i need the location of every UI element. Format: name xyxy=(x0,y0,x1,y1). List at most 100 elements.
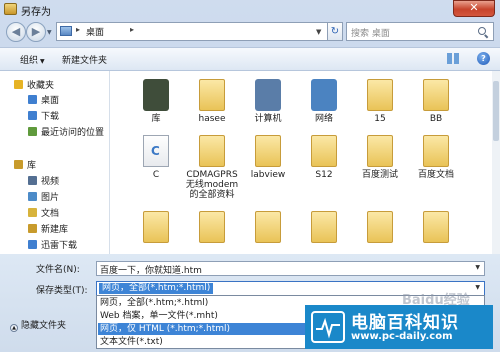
window-title: 另存为 xyxy=(21,7,51,18)
hide-folders-label: 隐藏文件夹 xyxy=(21,321,67,331)
chevron-down-icon[interactable]: ▼ xyxy=(475,284,480,291)
library-icon xyxy=(143,79,169,111)
file-item[interactable] xyxy=(296,211,352,246)
filename-value: 百度一下，你就知道.htm xyxy=(100,266,202,276)
file-name: C xyxy=(152,170,160,180)
breadcrumb-desktop[interactable]: 桌面 xyxy=(86,25,104,38)
title-bar: 另存为 ✕ xyxy=(0,0,500,19)
sidebar-item-label: 文档 xyxy=(41,209,60,219)
file-item[interactable] xyxy=(240,211,296,246)
sidebar-item-label: 桌面 xyxy=(41,96,60,106)
scrollbar-thumb[interactable] xyxy=(493,81,499,141)
recent-icon xyxy=(28,127,37,136)
file-name: labview xyxy=(250,170,286,180)
folder-icon xyxy=(255,135,281,167)
save-type-label: 保存类型(T): xyxy=(36,286,88,296)
file-item[interactable]: BB xyxy=(408,79,464,124)
search-icon[interactable] xyxy=(478,27,486,35)
sidebar-item-label: 迅雷下载 xyxy=(41,241,78,251)
recent-pages-drop-icon[interactable]: ▼ xyxy=(47,29,52,36)
folder-icon xyxy=(367,79,393,111)
address-bar[interactable]: ▸ 桌面 ▸ ▼ xyxy=(56,22,328,41)
search-placeholder: 搜索 桌面 xyxy=(351,29,390,39)
sidebar-item-label: 图片 xyxy=(41,193,60,203)
close-button[interactable]: ✕ xyxy=(453,0,495,17)
sidebar-item[interactable]: 收藏夹 xyxy=(14,79,54,93)
collapse-icon: ▲ xyxy=(10,324,18,332)
download-icon xyxy=(28,111,37,120)
sidebar-item[interactable]: 新建库 xyxy=(28,223,68,237)
file-item[interactable] xyxy=(352,211,408,246)
organize-button[interactable]: 组织 ▼ xyxy=(20,53,45,66)
filename-field[interactable]: 百度一下，你就知道.htm ▼ xyxy=(96,261,485,276)
folder-icon xyxy=(199,211,225,243)
folder-icon xyxy=(367,135,393,167)
star-icon xyxy=(14,80,23,89)
file-name: 百度测试 xyxy=(361,170,398,180)
file-item[interactable]: 百度文档 xyxy=(408,135,464,180)
sidebar-item[interactable]: 文档 xyxy=(28,207,59,221)
pictures-icon xyxy=(28,192,37,201)
file-item[interactable]: hasee xyxy=(184,79,240,124)
file-item[interactable]: labview xyxy=(240,135,296,180)
document-icon: C xyxy=(143,135,169,167)
watermark-site: www.pc-daily.com xyxy=(351,331,453,342)
sidebar-item-label: 收藏夹 xyxy=(27,81,55,91)
folder-icon xyxy=(4,3,17,15)
help-icon[interactable]: ? xyxy=(477,52,490,65)
sidebar-item[interactable]: 图片 xyxy=(28,191,59,205)
file-item[interactable]: 百度测试 xyxy=(352,135,408,180)
file-item[interactable] xyxy=(408,211,464,246)
file-item[interactable]: 库 xyxy=(128,79,184,124)
sidebar-item[interactable]: 最近访问的位置 xyxy=(28,126,104,140)
file-name: S12 xyxy=(315,170,333,180)
sidebar-item[interactable]: 库 xyxy=(14,159,36,173)
new-folder-button[interactable]: 新建文件夹 xyxy=(62,53,107,66)
folder-icon xyxy=(311,135,337,167)
organize-label: 组织 xyxy=(20,56,39,66)
sidebar-item[interactable]: 视频 xyxy=(28,175,59,189)
file-name: hasee xyxy=(198,114,226,124)
file-item[interactable]: 计算机 xyxy=(240,79,296,124)
hide-folders-button[interactable]: ▲ 隐藏文件夹 xyxy=(10,318,66,332)
library-icon xyxy=(28,224,37,233)
chevron-down-icon[interactable]: ▼ xyxy=(475,264,480,271)
search-input[interactable]: 搜索 桌面 xyxy=(346,22,494,41)
sidebar-item[interactable]: 下载 xyxy=(28,110,59,124)
address-drop-icon[interactable]: ▼ xyxy=(316,28,321,36)
filename-label: 文件名(N): xyxy=(36,265,80,275)
chevron-right-icon[interactable]: ▸ xyxy=(130,25,134,34)
computer-icon xyxy=(255,79,281,111)
folder-icon xyxy=(367,211,393,243)
video-icon xyxy=(28,176,37,185)
save-type-value: 网页，全部(*.htm;*.html) xyxy=(99,283,214,294)
content-area: 收藏夹 桌面 下载 最近访问的位置库视频 图片 文档 新建库 迅雷下载 库 hasee 计算机 网络… xyxy=(0,71,492,254)
watermark-brand: 电脑百科知识 xyxy=(351,313,459,333)
file-item[interactable]: S12 xyxy=(296,135,352,180)
file-name: CDMAGPRS无线modem的全部资料 xyxy=(185,170,239,200)
file-name: 15 xyxy=(374,114,386,124)
back-button[interactable]: ◀ xyxy=(6,22,26,42)
navigation-pane[interactable]: 收藏夹桌面下载最近访问的位置库视频图片文档新建库迅雷下载 xyxy=(0,71,110,254)
view-options-icon[interactable] xyxy=(447,53,459,64)
sidebar-item-label: 下载 xyxy=(41,112,60,122)
vertical-scrollbar[interactable] xyxy=(492,71,500,254)
file-list[interactable]: 库 hasee 计算机 网络 15 BB C C CDMAGPRS无线modem的全部资料 lab… xyxy=(118,71,492,254)
file-item[interactable]: CC xyxy=(128,135,184,180)
forward-button[interactable]: ▶ xyxy=(26,22,46,42)
folder-icon xyxy=(311,211,337,243)
sidebar-item[interactable]: 桌面 xyxy=(28,94,59,108)
download-icon xyxy=(28,240,37,249)
refresh-button[interactable]: ↻ xyxy=(328,22,343,41)
file-item[interactable]: CDMAGPRS无线modem的全部资料 xyxy=(184,135,240,200)
folder-icon xyxy=(423,135,449,167)
file-item[interactable] xyxy=(128,211,184,246)
breadcrumb-separator[interactable]: ▸ xyxy=(76,25,80,34)
file-item[interactable]: 网络 xyxy=(296,79,352,124)
sidebar-item[interactable]: 迅雷下载 xyxy=(28,239,77,253)
desktop-icon xyxy=(28,95,37,104)
sidebar-item-label: 最近访问的位置 xyxy=(41,128,105,138)
sidebar-item-label: 库 xyxy=(27,161,37,171)
file-item[interactable]: 15 xyxy=(352,79,408,124)
file-item[interactable] xyxy=(184,211,240,246)
